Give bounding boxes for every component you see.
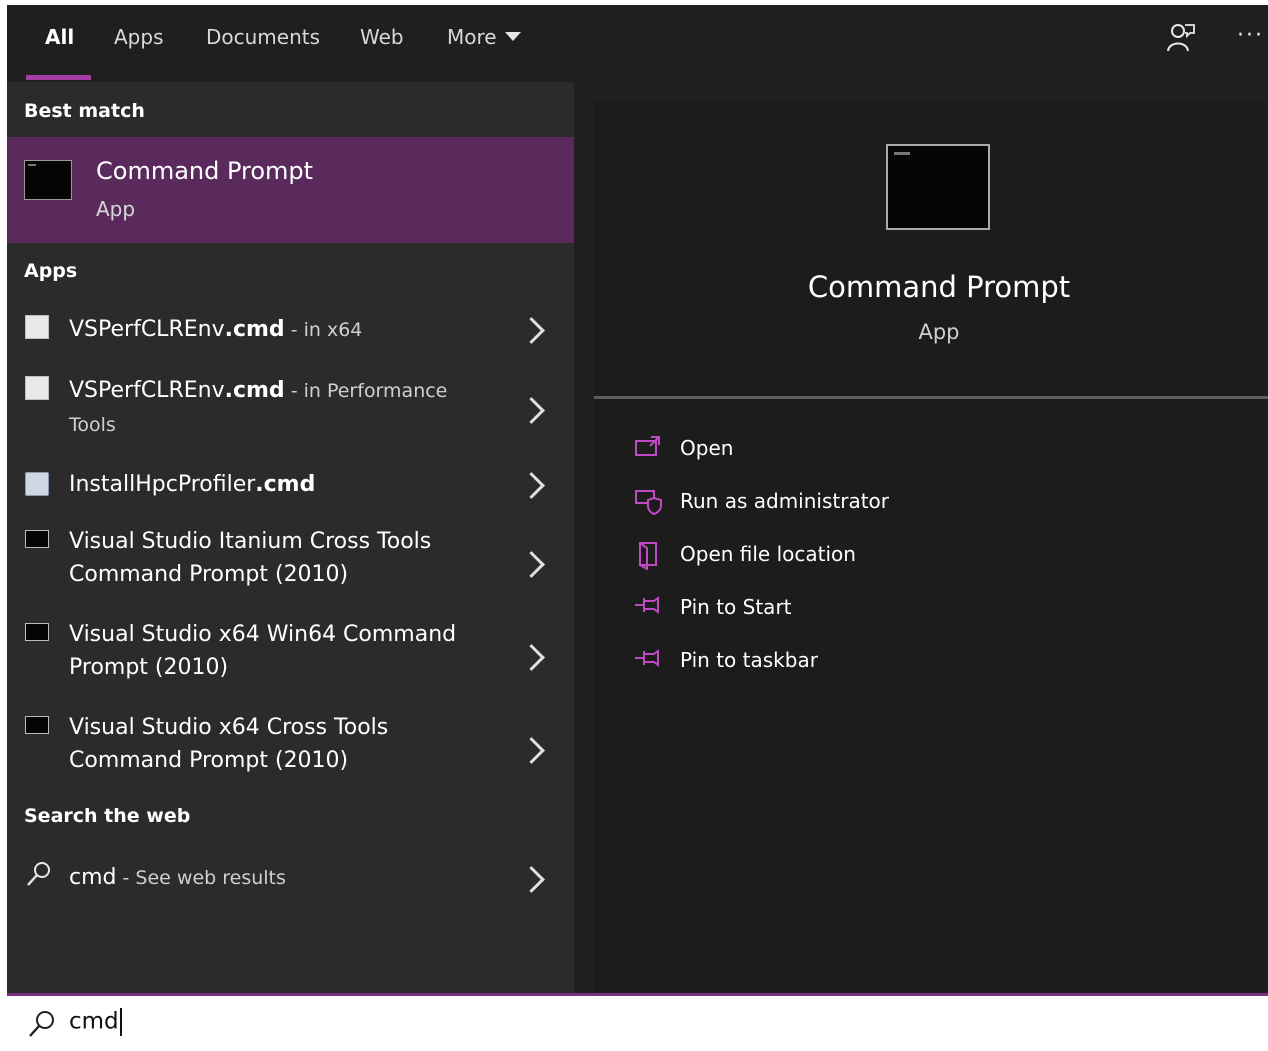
list-item-label: InstallHpcProfiler.cmd xyxy=(69,472,316,497)
caret-down-icon xyxy=(504,32,521,41)
list-item[interactable]: Visual Studio Itanium Cross Tools Command… xyxy=(7,519,574,603)
open-icon xyxy=(634,434,662,462)
search-window: All Apps Documents Web More ··· Best mat… xyxy=(7,5,1268,997)
tab-more[interactable]: More xyxy=(447,25,521,49)
section-search-web: Search the web xyxy=(24,805,191,827)
details-panel: Command Prompt App Open Run as administr… xyxy=(594,102,1268,997)
open-action-label: Open xyxy=(680,436,734,460)
list-item[interactable]: InstallHpcProfiler.cmd xyxy=(7,459,574,511)
list-item-label: Visual Studio x64 Win64 Command Prompt (2… xyxy=(69,622,457,680)
text-cursor xyxy=(119,1008,122,1036)
chevron-right-icon xyxy=(518,551,545,578)
list-item-label: VSPerfCLREnv.cmd - in Performance Tools xyxy=(69,378,448,436)
tab-all[interactable]: All xyxy=(45,25,74,49)
list-item-label: VSPerfCLREnv.cmd - in x64 xyxy=(69,317,363,342)
best-match-subtitle: App xyxy=(96,197,136,221)
best-match-item[interactable]: Command Prompt App xyxy=(7,137,574,243)
section-apps: Apps xyxy=(24,260,78,282)
cmd-file-icon xyxy=(25,376,49,400)
command-prompt-icon xyxy=(25,530,49,548)
shield-icon xyxy=(634,487,662,516)
list-item[interactable]: Visual Studio x64 Win64 Command Prompt (2… xyxy=(7,612,574,696)
best-match-title: Command Prompt xyxy=(96,157,314,185)
feedback-icon[interactable] xyxy=(1166,21,1196,59)
section-best-match: Best match xyxy=(24,100,145,122)
list-item[interactable]: Visual Studio x64 Cross Tools Command Pro… xyxy=(7,705,574,789)
details-subtitle: App xyxy=(918,320,960,344)
list-item[interactable]: VSPerfCLREnv.cmd - in Performance Tools xyxy=(7,365,574,445)
folder-icon xyxy=(634,540,662,571)
script-file-icon xyxy=(25,472,49,496)
tab-apps[interactable]: Apps xyxy=(114,25,164,49)
chevron-right-icon xyxy=(518,737,545,764)
open-file-location-label: Open file location xyxy=(680,542,856,566)
command-prompt-icon xyxy=(25,623,49,641)
chevron-right-icon xyxy=(518,472,545,499)
command-prompt-icon xyxy=(24,160,72,200)
pin-icon xyxy=(634,593,662,621)
command-prompt-large-icon xyxy=(886,144,990,230)
details-title: Command Prompt xyxy=(807,270,1071,304)
search-input-value: cmd xyxy=(69,1008,119,1035)
tab-documents[interactable]: Documents xyxy=(206,25,320,49)
divider xyxy=(594,396,1268,399)
chevron-right-icon xyxy=(518,644,545,671)
chevron-right-icon xyxy=(518,866,545,893)
pin-to-start-label: Pin to Start xyxy=(680,595,792,619)
search-bar: cmd xyxy=(7,993,1268,1051)
web-result-item[interactable]: cmd - See web results xyxy=(7,850,574,906)
ellipsis-icon[interactable]: ··· xyxy=(1237,23,1264,48)
list-item-label: Visual Studio x64 Cross Tools Command Pro… xyxy=(69,715,389,773)
tab-more-label: More xyxy=(447,25,497,49)
list-item-label: cmd - See web results xyxy=(69,865,286,890)
chevron-right-icon xyxy=(518,317,545,344)
tab-web[interactable]: Web xyxy=(360,25,404,49)
list-item[interactable]: VSPerfCLREnv.cmd - in x64 xyxy=(7,304,574,356)
pin-icon xyxy=(634,646,662,674)
search-icon xyxy=(25,860,50,886)
chevron-right-icon xyxy=(518,397,545,424)
search-icon xyxy=(27,1009,57,1043)
active-tab-indicator xyxy=(26,75,91,80)
command-prompt-icon xyxy=(25,716,49,734)
search-input[interactable]: cmd xyxy=(69,1008,469,1036)
cmd-file-icon xyxy=(25,315,49,339)
list-item-label: Visual Studio Itanium Cross Tools Command… xyxy=(69,529,432,587)
tab-bar: All Apps Documents Web More ··· xyxy=(7,5,1268,82)
results-panel: Best match Command Prompt App Apps VSPer… xyxy=(7,82,574,997)
pin-to-taskbar-label: Pin to taskbar xyxy=(680,648,818,672)
run-as-admin-label: Run as administrator xyxy=(680,489,890,513)
